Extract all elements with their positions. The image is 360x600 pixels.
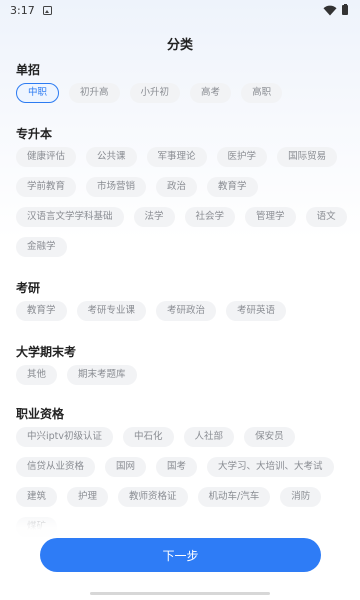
chip-guojimaoyi[interactable]: 国际贸易	[277, 147, 338, 167]
chip-gonggongke[interactable]: 公共课	[86, 147, 137, 167]
section-zhuanshengben: 专升本 健康评估 公共课 军事理论 医护学 国际贸易 学前教育 市场营销 政治 …	[16, 126, 352, 257]
chip-huli[interactable]: 护理	[67, 487, 109, 507]
chip-jianzhu[interactable]: 建筑	[16, 487, 58, 507]
chip-guanlixue[interactable]: 管理学	[245, 207, 296, 227]
next-step-button[interactable]: 下一步	[40, 538, 321, 572]
chip-zhongzhi[interactable]: 中职	[16, 83, 60, 103]
chip-gaokao[interactable]: 高考	[190, 83, 232, 103]
chip-zte-iptv[interactable]: 中兴iptv初级认证	[16, 427, 114, 447]
section-title: 大学期末考	[16, 345, 77, 359]
chip-chushenggao[interactable]: 初升高	[69, 83, 120, 103]
chip-junshililun[interactable]: 军事理论	[146, 147, 207, 167]
chip-guokao[interactable]: 国考	[156, 457, 198, 477]
chip-qita[interactable]: 其他	[16, 365, 58, 385]
chip-jiaoyuxue[interactable]: 教育学	[207, 177, 258, 197]
chip-yihuxue[interactable]: 医护学	[216, 147, 268, 167]
chip-zhengzhi[interactable]: 政治	[156, 177, 198, 197]
chip-group: 教育学 考研专业课 考研政治 考研英语	[16, 301, 287, 321]
chip-shehuixue[interactable]: 社会学	[184, 207, 236, 227]
chip-baoanyuan[interactable]: 保安员	[244, 427, 295, 447]
status-time: 3:17	[10, 3, 35, 17]
section-title: 职业资格	[16, 407, 65, 421]
chip-qimokao-tiku[interactable]: 期末考题库	[67, 365, 137, 385]
page-title: 分类	[166, 38, 193, 53]
chip-shichangyingxiao[interactable]: 市场营销	[86, 177, 147, 197]
chip-daxuexi[interactable]: 大学习、大培训、大考试	[207, 457, 334, 477]
chip-xindai[interactable]: 信贷从业资格	[16, 457, 96, 477]
chip-jiaoyuxue[interactable]: 教育学	[16, 301, 67, 321]
chip-kaoyan-zhuanyeke[interactable]: 考研专业课	[76, 301, 147, 321]
chip-jinrongxue[interactable]: 金融学	[16, 237, 67, 257]
home-indicator	[90, 592, 270, 595]
chip-group: 健康评估 公共课 军事理论 医护学 国际贸易 学前教育 市场营销 政治 教育学 …	[16, 147, 352, 257]
wifi-icon	[323, 5, 337, 15]
chip-gaozhi[interactable]: 高职	[241, 83, 283, 103]
chip-jiaoshi-zige[interactable]: 教师资格证	[118, 487, 188, 507]
section-title: 专升本	[16, 127, 53, 141]
section-daxue-qimokao: 大学期末考 其他 期末考题库	[16, 344, 137, 385]
status-right	[323, 3, 348, 16]
chip-xiaofang[interactable]: 消防	[280, 487, 322, 507]
chip-kaoyan-zhengzhi[interactable]: 考研政治	[156, 301, 217, 321]
chip-zhongshihua[interactable]: 中石化	[123, 427, 174, 447]
section-danzhao: 单招 中职 初升高 小升初 高考 高职	[16, 62, 283, 103]
chip-group: 中职 初升高 小升初 高考 高职	[16, 83, 283, 103]
section-title: 单招	[16, 63, 41, 77]
status-bar: 3:17	[0, 0, 360, 20]
chip-kaoyan-yingyu[interactable]: 考研英语	[226, 301, 287, 321]
battery-icon	[342, 3, 348, 15]
chip-group: 其他 期末考题库	[16, 365, 137, 385]
chip-guowang[interactable]: 国网	[105, 457, 147, 477]
section-title: 考研	[16, 281, 41, 295]
chip-faxue[interactable]: 法学	[133, 207, 175, 227]
chip-reshebu[interactable]: 人社部	[183, 427, 235, 447]
chip-xueqianjiaoyu[interactable]: 学前教育	[16, 177, 77, 197]
chip-jidongche[interactable]: 机动车/汽车	[197, 487, 271, 507]
chip-xiaoshengchu[interactable]: 小升初	[129, 83, 181, 103]
chip-jiankangpinggu[interactable]: 健康评估	[16, 147, 77, 167]
status-left: 3:17	[10, 4, 52, 17]
notification-image-icon	[42, 5, 52, 15]
chip-hanyuyan[interactable]: 汉语言文学学科基础	[16, 207, 124, 227]
section-kaoyan: 考研 教育学 考研专业课 考研政治 考研英语	[16, 280, 287, 321]
chip-yuwen[interactable]: 语文	[305, 207, 347, 227]
